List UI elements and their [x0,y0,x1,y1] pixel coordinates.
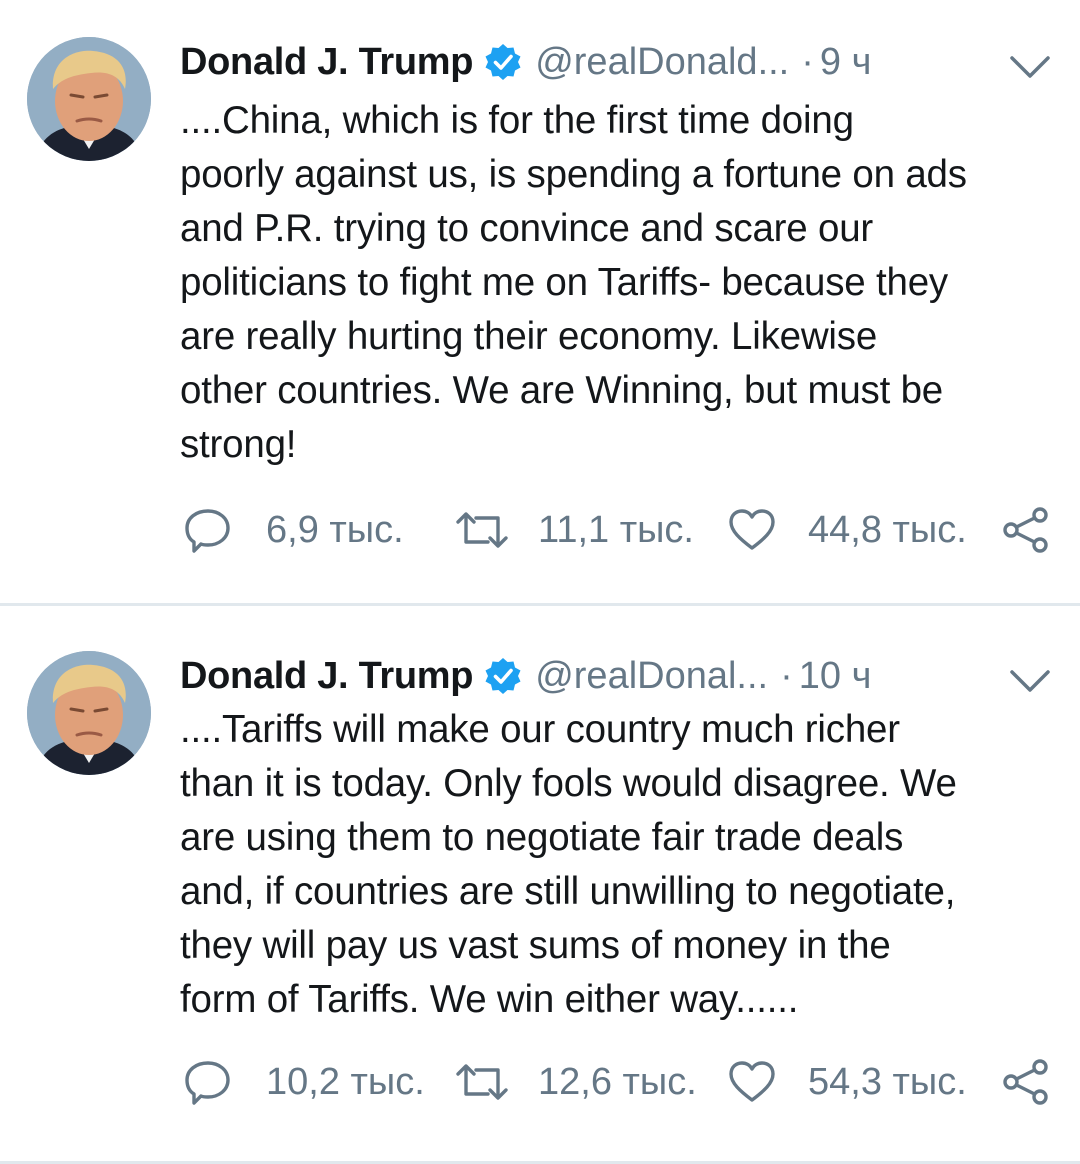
reply-button[interactable] [182,1054,234,1110]
retweet-button[interactable] [452,1054,512,1110]
like-button[interactable] [726,1054,778,1110]
author-handle[interactable]: @realDonald... [535,38,789,86]
author-handle[interactable]: @realDonal... [535,652,768,700]
separator-dot: · [780,655,793,697]
retweet-count: 12,6 тыс. [538,1061,697,1103]
tweet-text-line: than it is today. Only fools would disag… [180,762,957,805]
tweet-text-line: are using them to negotiate fair trade d… [180,816,904,859]
share-icon [1003,507,1048,553]
verified-badge-icon [483,656,523,696]
tweet-text: ....Tariffs will make our country much r… [180,703,1060,1027]
reply-icon [185,1061,230,1105]
tweet-text-line: strong! [180,423,297,466]
tweet-actions: 10,2 тыс. 12,6 тыс. 54,3 тыс. [182,1054,1062,1110]
tweet[interactable]: Donald J. Trump @realDonald... · 9 ч ...… [0,0,1080,603]
share-icon [1003,1059,1048,1105]
like-button[interactable] [726,502,778,558]
share-button[interactable] [1000,1054,1052,1110]
tweet-text-line: form of Tariffs. We win either way...... [180,978,799,1021]
author-name[interactable]: Donald J. Trump [180,38,474,86]
tweet-text-line: they will pay us vast sums of money in t… [180,924,891,967]
separator-dot: · [801,41,814,83]
chevron-down-icon[interactable] [1008,46,1052,78]
tweet-text-line: are really hurting their economy. Likewi… [180,315,878,358]
tweet-text-line: ....China, which is for the first time d… [180,99,854,142]
tweet-actions: 6,9 тыс. 11,1 тыс. 44,8 тыс. [182,502,1062,558]
retweet-button[interactable] [452,502,512,558]
like-count: 54,3 тыс. [808,1061,967,1103]
author-name[interactable]: Donald J. Trump [180,652,474,700]
retweet-count: 11,1 тыс. [538,509,694,551]
avatar-portrait [27,37,151,161]
heart-icon [729,1061,775,1102]
avatar-portrait [27,651,151,775]
heart-icon [729,509,775,550]
tweet-timestamp[interactable]: 9 ч [820,38,872,86]
avatar[interactable] [27,37,151,161]
tweet-header: Donald J. Trump @realDonald... · 9 ч [180,38,1060,86]
retweet-icon [456,512,508,548]
tweet-text-line: poorly against us, is spending a fortune… [180,153,967,196]
reply-count: 6,9 тыс. [266,509,404,551]
tweet-header: Donald J. Trump @realDonal... · 10 ч [180,652,1060,700]
tweet-text: ....China, which is for the first time d… [180,94,1060,472]
tweet-text-line: and P.R. trying to convince and scare ou… [180,207,874,250]
verified-badge-icon [483,42,523,82]
like-count: 44,8 тыс. [808,509,967,551]
tweet-text-line: and, if countries are still unwilling to… [180,870,956,913]
reply-button[interactable] [182,502,234,558]
tweet-timestamp[interactable]: 10 ч [799,652,872,700]
chevron-down-icon[interactable] [1008,660,1052,692]
reply-icon [185,509,230,553]
reply-count: 10,2 тыс. [266,1061,425,1103]
avatar[interactable] [27,651,151,775]
tweet[interactable]: Donald J. Trump @realDonal... · 10 ч ...… [0,606,1080,1161]
tweet-text-line: other countries. We are Winning, but mus… [180,369,944,412]
tweet-text-line: politicians to fight me on Tariffs- beca… [180,261,948,304]
retweet-icon [456,1064,508,1100]
tweet-text-line: ....Tariffs will make our country much r… [180,708,900,751]
share-button[interactable] [1000,502,1052,558]
